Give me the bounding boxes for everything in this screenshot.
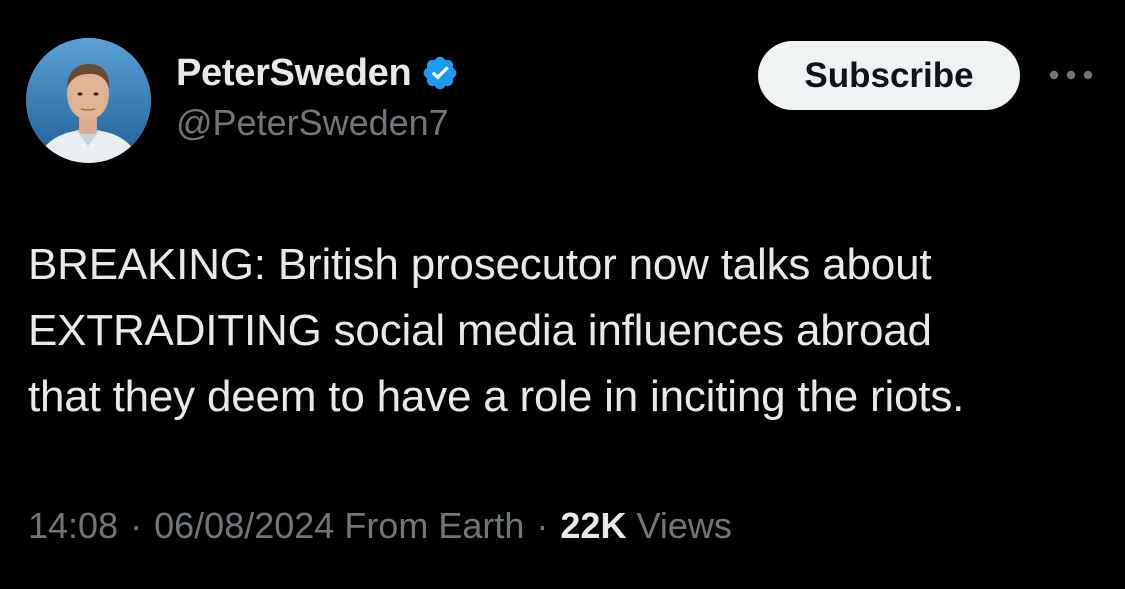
verified-badge-icon[interactable] <box>421 54 459 92</box>
meta-separator: · <box>536 505 549 546</box>
tweet-card: PeterSweden @PeterSweden7 Subscribe BREA… <box>0 0 1125 589</box>
meta-separator: · <box>130 505 143 546</box>
author-handle[interactable]: @PeterSweden7 <box>176 102 449 144</box>
views-count[interactable]: 22K <box>560 505 626 546</box>
tweet-text: BREAKING: British prosecutor now talks a… <box>28 232 1098 430</box>
tweet-text-line: that they deem to have a role in incitin… <box>28 372 965 421</box>
tweet-date[interactable]: 06/08/2024 <box>154 505 334 546</box>
author-display-name[interactable]: PeterSweden <box>176 52 412 95</box>
tweet-source: From Earth <box>344 505 525 546</box>
profile-photo-icon <box>26 38 151 163</box>
views-label: Views <box>636 505 732 546</box>
tweet-time[interactable]: 14:08 <box>28 505 118 546</box>
author-name-row: PeterSweden <box>176 50 459 96</box>
tweet-meta: 14:08 · 06/08/2024 From Earth · 22K View… <box>28 505 732 547</box>
more-options-icon <box>1049 70 1093 80</box>
more-options-button[interactable] <box>1046 58 1096 92</box>
avatar[interactable] <box>26 38 151 163</box>
tweet-text-line: EXTRADITING social media influences abro… <box>28 306 932 355</box>
subscribe-button[interactable]: Subscribe <box>758 41 1020 110</box>
tweet-text-line: BREAKING: British prosecutor now talks a… <box>28 240 932 289</box>
